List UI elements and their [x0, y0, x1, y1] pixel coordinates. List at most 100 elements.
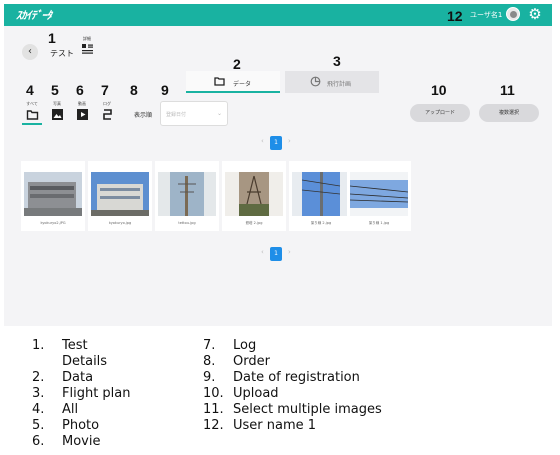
image-thumbnail: [292, 172, 350, 216]
legend-number: 9.: [203, 370, 216, 385]
pagination-bottom: ‹ 1 ›: [261, 247, 297, 261]
image-card[interactable]: 架り線 2.jpg: [289, 161, 353, 231]
legend-text: Order: [233, 354, 270, 369]
log-icon: [102, 109, 112, 120]
callout-8: 8: [130, 82, 138, 98]
image-filename: tettou.jpg: [178, 221, 196, 225]
legend-row: Details: [32, 354, 192, 370]
image-card[interactable]: tettou.jpg: [155, 161, 219, 231]
callout-9: 9: [161, 82, 169, 98]
callout-10: 10: [431, 82, 447, 98]
legend-text: Data: [62, 370, 94, 385]
date-select[interactable]: 登録日付 ⌄: [160, 101, 228, 126]
details-button[interactable]: 詳細: [79, 36, 95, 56]
page-button[interactable]: 1: [270, 247, 282, 261]
legend-row: 9. Date of registration: [203, 370, 503, 386]
legend-text: Flight plan: [62, 386, 131, 401]
legend-number: 1.: [32, 338, 45, 353]
movie-icon: [76, 109, 88, 120]
image-thumbnail: [350, 172, 408, 216]
filter-photo[interactable]: 写真: [47, 101, 67, 125]
image-card[interactable]: kyokuryo2.JPG: [21, 161, 85, 231]
filter-movie[interactable]: 動画: [72, 101, 92, 125]
callout-7: 7: [101, 82, 109, 98]
project-title: テスト: [50, 49, 74, 58]
image-card[interactable]: 鉄塔 2.jpg: [222, 161, 286, 231]
filter-photo-caption: 写真: [53, 101, 61, 106]
legend-number: 7.: [203, 338, 216, 353]
image-thumbnail: [91, 172, 149, 216]
details-icon: [81, 44, 93, 54]
legend-text: Select multiple images: [233, 402, 382, 417]
next-page-button[interactable]: ›: [288, 137, 291, 145]
legend-row: 7. Log: [203, 338, 503, 354]
date-select-placeholder: 登録日付: [166, 112, 187, 118]
image-thumbnail: [158, 172, 216, 216]
user-name[interactable]: ユーザ名1: [470, 10, 502, 20]
tab-data[interactable]: データ: [186, 71, 280, 93]
legend-text: Date of registration: [233, 370, 360, 385]
image-card[interactable]: 架り線 1.jpg: [347, 161, 411, 231]
order-label: 表示順: [134, 112, 153, 119]
back-button[interactable]: ‹: [22, 44, 38, 60]
legend-row: 11. Select multiple images: [203, 402, 503, 418]
chevron-down-icon: ⌄: [216, 110, 222, 117]
details-caption: 詳細: [83, 36, 91, 41]
legend-text: Upload: [233, 386, 279, 401]
next-page-button[interactable]: ›: [288, 248, 291, 256]
legend-number: 4.: [32, 402, 45, 417]
image-thumbnail: [24, 172, 82, 216]
callout-3: 3: [333, 53, 341, 69]
tab-data-label: データ: [233, 81, 252, 88]
upload-button[interactable]: アップロード: [410, 104, 470, 122]
image-filename: 鉄塔 2.jpg: [245, 221, 263, 225]
callout-2: 2: [233, 56, 241, 72]
legend-number: 5.: [32, 418, 45, 433]
legend-row: 1. Test: [32, 338, 192, 354]
callout-11: 11: [500, 82, 515, 98]
legend-row: 10. Upload: [203, 386, 503, 402]
callout-5: 5: [51, 82, 59, 98]
prev-page-button[interactable]: ‹: [261, 137, 264, 145]
legend-row: 6. Movie: [32, 434, 192, 450]
image-card[interactable]: kyokuryo.jpg: [88, 161, 152, 231]
select-multiple-button[interactable]: 複数選択: [479, 104, 539, 122]
page-button[interactable]: 1: [270, 136, 282, 150]
filter-log-caption: ログ: [103, 101, 111, 106]
folder-icon: [214, 77, 225, 86]
callout-6: 6: [76, 82, 84, 98]
filter-log[interactable]: ログ: [97, 101, 117, 125]
legend-number: 11.: [203, 402, 224, 417]
legend-row: 3. Flight plan: [32, 386, 192, 402]
legend-text: Log: [233, 338, 257, 353]
prev-page-button[interactable]: ‹: [261, 248, 264, 256]
legend-number: 6.: [32, 434, 45, 449]
legend-text: Test: [62, 338, 88, 353]
gear-icon[interactable]: ⚙: [526, 5, 544, 23]
legend-row: 4. All: [32, 402, 192, 418]
legend-text: User name 1: [233, 418, 317, 433]
legend-right: 7. Log 8. Order 9. Date of registration 10.…: [203, 338, 503, 434]
legend-row: 2. Data: [32, 370, 192, 386]
photo-icon: [51, 109, 63, 120]
legend-row: 5. Photo: [32, 418, 192, 434]
filter-all[interactable]: すべて: [22, 101, 42, 125]
callout-12: 12: [447, 8, 463, 24]
image-filename: kyokuryo.jpg: [108, 221, 132, 225]
callout-4: 4: [26, 82, 34, 98]
legend-number: 8.: [203, 354, 216, 369]
image-filename: 架り線 1.jpg: [368, 221, 390, 225]
app-logo: ｽｶｲﾃﾞｰﾀ: [16, 9, 52, 22]
filter-all-caption: すべて: [26, 101, 38, 106]
legend-text: All: [62, 402, 79, 417]
legend-number: 12.: [203, 418, 224, 433]
folder-icon: [26, 110, 38, 120]
avatar[interactable]: [506, 7, 520, 21]
legend-number: 2.: [32, 370, 45, 385]
filter-movie-caption: 動画: [78, 101, 86, 106]
legend-row: 12. User name 1: [203, 418, 503, 434]
tab-flight-plan[interactable]: 飛行計画: [285, 71, 379, 93]
legend-row: 8. Order: [203, 354, 503, 370]
image-thumbnail: [225, 172, 283, 216]
legend-text: Movie: [62, 434, 101, 449]
